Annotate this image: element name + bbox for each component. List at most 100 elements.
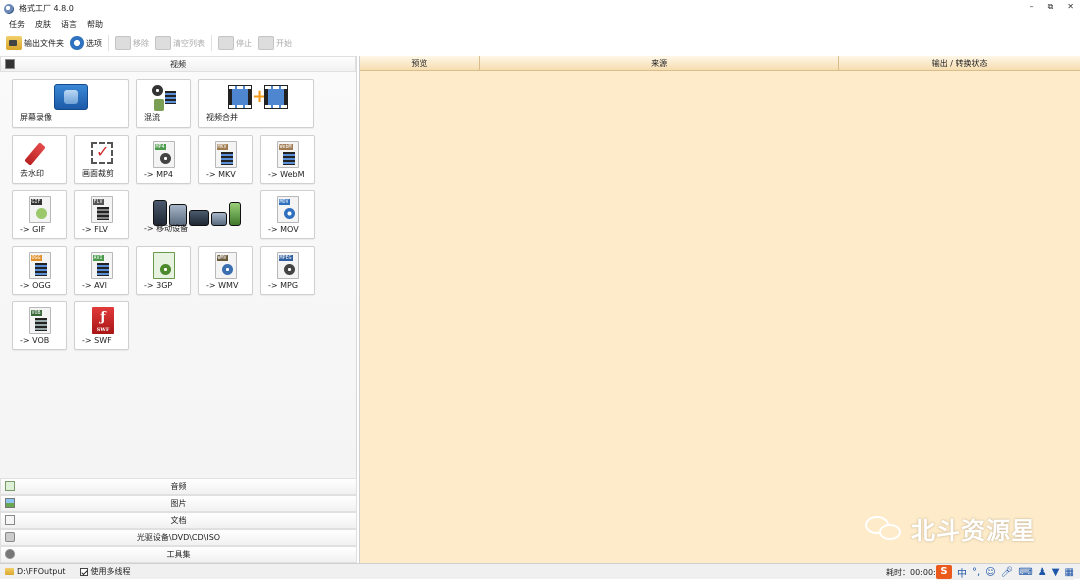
category-panel: 视频 屏幕录像 混流 + 视频合并 去水印 画面裁剪 (0, 56, 357, 563)
toolbar-separator (108, 35, 109, 51)
flv-icon: FLV (90, 196, 113, 223)
title-bar: 格式工厂 4.8.0 – ⧉ ✕ (0, 0, 1080, 17)
menu-bar: 任务 皮肤 语言 帮助 (0, 17, 103, 31)
category-disc-label: 光驱设备\DVD\CD\ISO (136, 533, 221, 542)
disc-drive-icon (5, 532, 15, 542)
column-preview[interactable]: 预览 (360, 56, 480, 70)
output-path[interactable]: D:\FFOutput (17, 567, 66, 576)
sogou-logo-icon[interactable]: S (936, 565, 952, 579)
stop-label: 停止 (236, 38, 252, 48)
tile-label: -> WMV (206, 281, 239, 290)
keyboard-icon[interactable]: ⌨ (1018, 567, 1032, 578)
tile-screen-record[interactable]: 屏幕录像 (12, 79, 129, 128)
user-icon[interactable]: ♟ (1038, 567, 1047, 578)
toolbox-icon (5, 549, 15, 559)
video-merge-icon: + (228, 85, 288, 109)
options-button[interactable]: 选项 (70, 34, 102, 52)
video-category-icon (5, 59, 15, 69)
restore-button[interactable]: ⧉ (1048, 2, 1054, 12)
ime-toolbar[interactable]: S 中 °, ☺ 🎤︎ ⌨ ♟ ▼ ▦ (936, 564, 1074, 580)
tile-vob[interactable]: VOB -> VOB (12, 301, 67, 350)
microphone-icon[interactable]: 🎤︎ (1001, 567, 1014, 578)
minimize-button[interactable]: – (1030, 2, 1034, 12)
start-button[interactable]: 开始 (258, 34, 292, 52)
tile-mkv[interactable]: MKV -> MKV (198, 135, 253, 184)
category-audio-header[interactable]: 音频 (0, 478, 357, 495)
tile-label: -> 3GP (144, 281, 173, 290)
tile-video-merge[interactable]: + 视频合并 (198, 79, 314, 128)
vob-icon: VOB (28, 307, 51, 334)
ogg-icon: OGG (28, 252, 51, 279)
tile-label: 屏幕录像 (20, 113, 52, 122)
multithread-checkbox[interactable] (79, 567, 88, 576)
tile-swf[interactable]: ƒ -> SWF (74, 301, 129, 350)
tile-label: -> SWF (82, 336, 112, 345)
grid-menu-icon[interactable]: ▦ (1064, 567, 1073, 578)
options-gear-icon (70, 36, 84, 50)
category-audio-label: 音频 (170, 482, 187, 491)
close-button[interactable]: ✕ (1067, 2, 1074, 12)
tile-label: -> OGG (20, 281, 51, 290)
task-list[interactable]: 预览 来源 输出 / 转换状态 北斗资源星 (359, 56, 1080, 563)
tile-mov[interactable]: MOV -> MOV (260, 190, 315, 239)
mobile-devices-icon (153, 198, 241, 226)
column-output-status[interactable]: 输出 / 转换状态 (839, 56, 1080, 70)
emoji-icon[interactable]: ☺ (985, 567, 995, 578)
tile-gif[interactable]: GIF -> GIF (12, 190, 67, 239)
tile-avi[interactable]: AVI -> AVI (74, 246, 129, 295)
tile-label: -> MPG (268, 281, 299, 290)
start-label: 开始 (276, 38, 292, 48)
crop-icon (91, 142, 113, 164)
tile-mobile-devices[interactable]: -> 移动设备 (136, 190, 253, 239)
category-tools-header[interactable]: 工具集 (0, 546, 357, 563)
category-document-label: 文档 (170, 516, 187, 525)
tile-ogg[interactable]: OGG -> OGG (12, 246, 67, 295)
tile-webm[interactable]: WebM -> WebM (260, 135, 315, 184)
tile-label: 视频合并 (206, 113, 238, 122)
document-icon (5, 515, 15, 525)
toolbar: 输出文件夹 选项 移除 清空列表 停止 开始 (0, 33, 292, 53)
mpg-icon: MPEG (276, 252, 299, 279)
tile-label: -> MKV (206, 170, 236, 179)
menu-language[interactable]: 语言 (61, 19, 77, 30)
tile-mux[interactable]: 混流 (136, 79, 191, 128)
tile-flv[interactable]: FLV -> FLV (74, 190, 129, 239)
tile-3gp[interactable]: -> 3GP (136, 246, 191, 295)
tile-label: -> MP4 (144, 170, 173, 179)
ime-mode[interactable]: 中 (957, 565, 967, 580)
column-source[interactable]: 来源 (480, 56, 840, 70)
output-folder-button[interactable]: 输出文件夹 (6, 34, 64, 52)
menu-skin[interactable]: 皮肤 (35, 19, 51, 30)
status-bar: D:\FFOutput 使用多线程 耗时：00:00:00 S 中 °, ☺ 🎤… (0, 563, 1080, 580)
remove-label: 移除 (133, 38, 149, 48)
tile-crop[interactable]: 画面裁剪 (74, 135, 129, 184)
clear-list-label: 清空列表 (173, 38, 205, 48)
menu-task[interactable]: 任务 (9, 19, 25, 30)
tile-mpg[interactable]: MPEG -> MPG (260, 246, 315, 295)
ime-punctuation[interactable]: °, (972, 567, 980, 578)
3gp-icon (152, 252, 175, 279)
skin-shirt-icon[interactable]: ▼ (1052, 567, 1060, 578)
video-tools-grid: 屏幕录像 混流 + 视频合并 去水印 画面裁剪 MP4 -> MP4 (12, 79, 352, 359)
stop-button[interactable]: 停止 (218, 34, 252, 52)
clear-list-icon (155, 36, 171, 50)
tile-label: 混流 (144, 113, 160, 122)
remove-button[interactable]: 移除 (115, 34, 149, 52)
tile-mp4[interactable]: MP4 -> MP4 (136, 135, 191, 184)
category-picture-label: 图片 (170, 499, 187, 508)
menu-help[interactable]: 帮助 (87, 19, 103, 30)
category-list: 音频 图片 文档 光驱设备\DVD\CD\ISO 工具集 (0, 478, 357, 563)
stop-icon (218, 36, 234, 50)
category-video-header[interactable]: 视频 (0, 56, 356, 72)
category-document-header[interactable]: 文档 (0, 512, 357, 529)
swf-icon: ƒ (92, 307, 114, 334)
tile-label: -> 移动设备 (144, 224, 189, 233)
music-note-icon (5, 481, 15, 491)
clear-list-button[interactable]: 清空列表 (155, 34, 205, 52)
category-disc-header[interactable]: 光驱设备\DVD\CD\ISO (0, 529, 357, 546)
tile-wmv[interactable]: WMV -> WMV (198, 246, 253, 295)
tile-label: -> AVI (82, 281, 107, 290)
tile-remove-watermark[interactable]: 去水印 (12, 135, 67, 184)
output-folder-label: 输出文件夹 (24, 38, 64, 48)
category-picture-header[interactable]: 图片 (0, 495, 357, 512)
